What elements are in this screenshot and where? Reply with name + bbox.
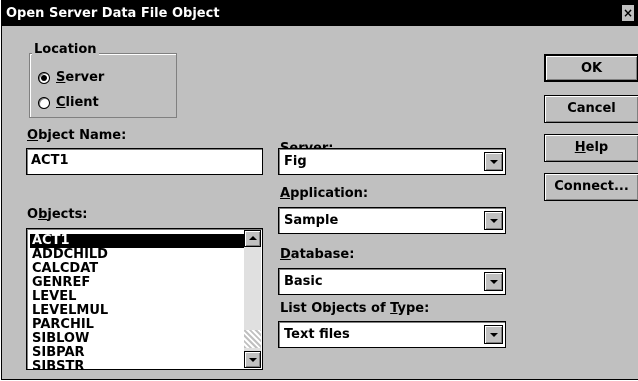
list-item[interactable]: CALCDAT [30,262,244,276]
radio-client-label: Client [56,95,99,110]
objects-listbox[interactable]: ACT1 ADDCHILD CALCDAT GENREF LEVEL LEVEL… [26,228,263,370]
open-server-data-file-dialog: Open Server Data File Object × Location … [1,0,638,380]
dropdown-arrow-icon[interactable] [484,152,503,171]
object-type-select[interactable]: Text files [278,321,506,348]
object-name-input[interactable]: ACT1 [26,148,263,175]
help-button[interactable]: Help [544,134,638,162]
scroll-thumb[interactable] [244,330,261,348]
database-label: Database: [280,247,355,262]
cancel-button[interactable]: Cancel [544,95,638,123]
application-value: Sample [284,213,339,228]
list-item[interactable]: SIBLOW [30,332,244,346]
objects-scrollbar[interactable] [244,230,261,368]
ok-button[interactable]: OK [544,54,638,82]
database-value: Basic [284,274,323,289]
object-name-label: Object Name: [27,128,127,143]
dialog-title: Open Server Data File Object [6,6,220,21]
radio-selected-icon [38,71,50,84]
list-item[interactable]: GENREF [30,276,244,290]
list-item[interactable]: LEVEL [30,290,244,304]
list-item[interactable]: ACT1 [30,234,244,248]
database-select[interactable]: Basic [278,268,506,295]
list-item[interactable]: PARCHIL [30,318,244,332]
object-type-label: List Objects of Type: [280,301,430,316]
application-select[interactable]: Sample [278,207,506,234]
server-select[interactable]: Fig [278,148,506,175]
dropdown-arrow-icon[interactable] [484,211,503,230]
dropdown-arrow-icon[interactable] [484,325,503,344]
scroll-up-icon[interactable] [244,230,261,247]
scroll-down-icon[interactable] [244,351,261,368]
server-value: Fig [284,154,307,169]
list-item[interactable]: ADDCHILD [30,248,244,262]
application-label: Application: [280,186,369,201]
location-label: Location [32,42,99,57]
list-item[interactable]: SIBSTR [30,360,244,370]
connect-button[interactable]: Connect... [544,173,638,201]
object-type-value: Text files [284,327,350,342]
title-bar: Open Server Data File Object × [2,1,638,26]
radio-unselected-icon [38,96,50,109]
list-item[interactable]: LEVELMUL [30,304,244,318]
radio-server[interactable]: Server [38,70,104,85]
close-icon[interactable]: × [622,5,634,21]
radio-server-label: Server [56,70,105,85]
list-item[interactable]: SIBPAR [30,346,244,360]
objects-label: Objects: [27,207,88,222]
dropdown-arrow-icon[interactable] [484,272,503,291]
radio-client[interactable]: Client [38,95,99,110]
